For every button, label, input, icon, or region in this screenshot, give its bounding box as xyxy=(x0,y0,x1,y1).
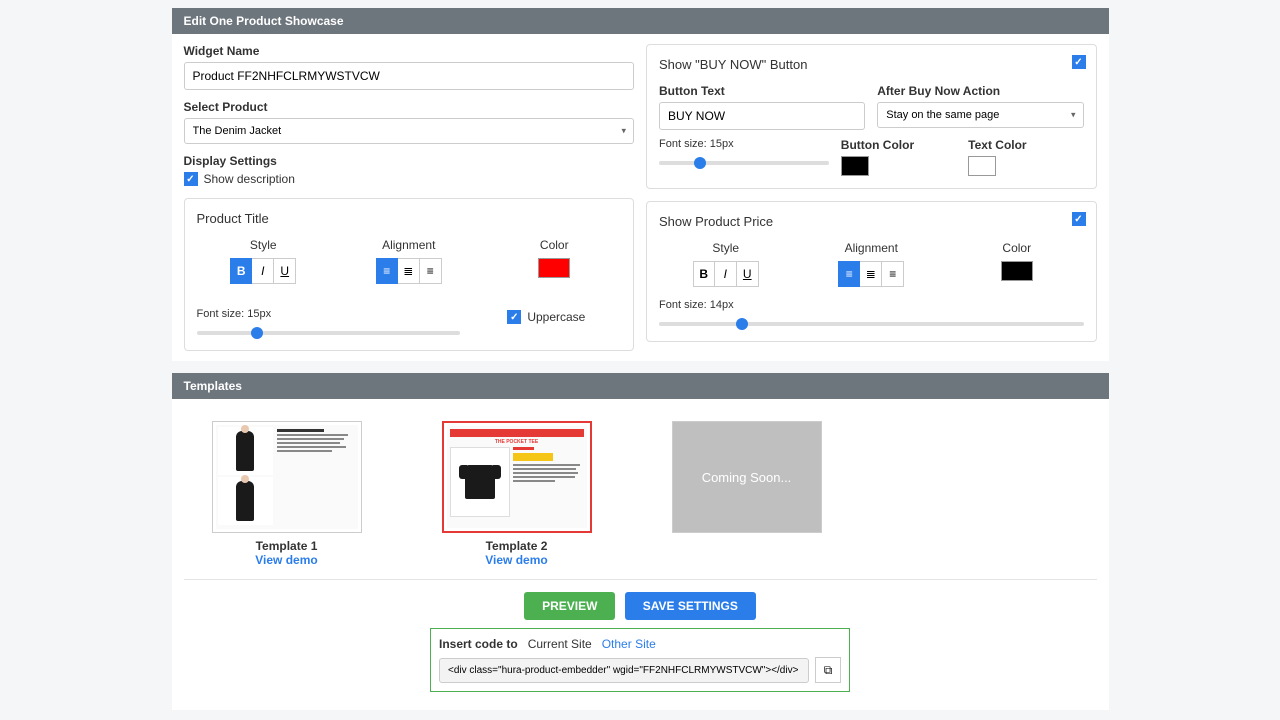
pp-align-left-button[interactable]: ≡ xyxy=(838,261,860,287)
copy-icon: ⧉ xyxy=(824,663,833,678)
pt-style-label: Style xyxy=(197,238,331,252)
product-title-card-title: Product Title xyxy=(197,211,622,226)
pp-color-swatch[interactable] xyxy=(1001,261,1033,281)
tab-current-site[interactable]: Current Site xyxy=(528,637,592,651)
pp-bold-button[interactable]: B xyxy=(693,261,715,287)
pp-fontsize-label: Font size: 14px xyxy=(659,299,1084,311)
pp-color-label: Color xyxy=(950,241,1084,255)
pp-fontsize-slider[interactable] xyxy=(659,322,1084,326)
template-2-name: Template 2 xyxy=(442,539,592,553)
template-2-demo-link[interactable]: View demo xyxy=(442,553,592,567)
after-action-label: After Buy Now Action xyxy=(877,84,1083,98)
text-color-label: Text Color xyxy=(968,138,1083,152)
buynow-card-title: Show "BUY NOW" Button xyxy=(659,57,1084,72)
pt-fontsize-slider[interactable] xyxy=(197,331,460,335)
tab-other-site[interactable]: Other Site xyxy=(602,637,656,651)
pt-bold-button[interactable]: B xyxy=(230,258,252,284)
pt-align-center-button[interactable]: ≣ xyxy=(398,258,420,284)
preview-button[interactable]: PREVIEW xyxy=(524,592,615,620)
template-2-thumb[interactable]: THE POCKET TEE xyxy=(442,421,592,533)
show-description-label: Show description xyxy=(204,172,295,186)
pt-underline-button[interactable]: U xyxy=(274,258,296,284)
buynow-toggle-checkbox[interactable] xyxy=(1072,55,1086,69)
buynow-fontsize-label: Font size: 15px xyxy=(659,138,829,150)
page-title: Edit One Product Showcase xyxy=(172,8,1109,34)
select-product-label: Select Product xyxy=(184,100,635,114)
button-text-input[interactable] xyxy=(659,102,865,130)
pt-color-label: Color xyxy=(488,238,622,252)
template-1-thumb[interactable] xyxy=(212,421,362,533)
buynow-fontsize-slider[interactable] xyxy=(659,161,829,165)
embed-code-input[interactable] xyxy=(439,658,809,683)
pt-alignment-label: Alignment xyxy=(342,238,476,252)
pp-italic-button[interactable]: I xyxy=(715,261,737,287)
pt-align-left-button[interactable]: ≡ xyxy=(376,258,398,284)
price-card-title: Show Product Price xyxy=(659,214,1084,229)
pp-underline-button[interactable]: U xyxy=(737,261,759,287)
insert-code-label: Insert code to xyxy=(439,637,518,651)
pp-align-center-button[interactable]: ≣ xyxy=(860,261,882,287)
pt-italic-button[interactable]: I xyxy=(252,258,274,284)
display-settings-label: Display Settings xyxy=(184,154,635,168)
pt-color-swatch[interactable] xyxy=(538,258,570,278)
template-coming-soon: Coming Soon... xyxy=(672,421,822,533)
price-toggle-checkbox[interactable] xyxy=(1072,212,1086,226)
widget-name-input[interactable] xyxy=(184,62,635,90)
show-description-checkbox[interactable] xyxy=(184,172,198,186)
button-color-label: Button Color xyxy=(841,138,956,152)
pp-align-right-button[interactable]: ≡ xyxy=(882,261,904,287)
pt-align-right-button[interactable]: ≡ xyxy=(420,258,442,284)
pp-alignment-label: Alignment xyxy=(805,241,939,255)
select-product-dropdown[interactable]: The Denim Jacket xyxy=(184,118,635,144)
text-color-swatch[interactable] xyxy=(968,156,996,176)
pt-uppercase-label: Uppercase xyxy=(527,310,585,324)
pt-uppercase-checkbox[interactable] xyxy=(507,310,521,324)
templates-header: Templates xyxy=(172,373,1109,399)
widget-name-label: Widget Name xyxy=(184,44,635,58)
pt-fontsize-label: Font size: 15px xyxy=(197,308,460,320)
template-1-demo-link[interactable]: View demo xyxy=(212,553,362,567)
pp-style-label: Style xyxy=(659,241,793,255)
button-text-label: Button Text xyxy=(659,84,865,98)
save-settings-button[interactable]: SAVE SETTINGS xyxy=(625,592,756,620)
button-color-swatch[interactable] xyxy=(841,156,869,176)
after-action-select[interactable]: Stay on the same page xyxy=(877,102,1083,128)
copy-code-button[interactable]: ⧉ xyxy=(815,657,841,683)
template-1-name: Template 1 xyxy=(212,539,362,553)
